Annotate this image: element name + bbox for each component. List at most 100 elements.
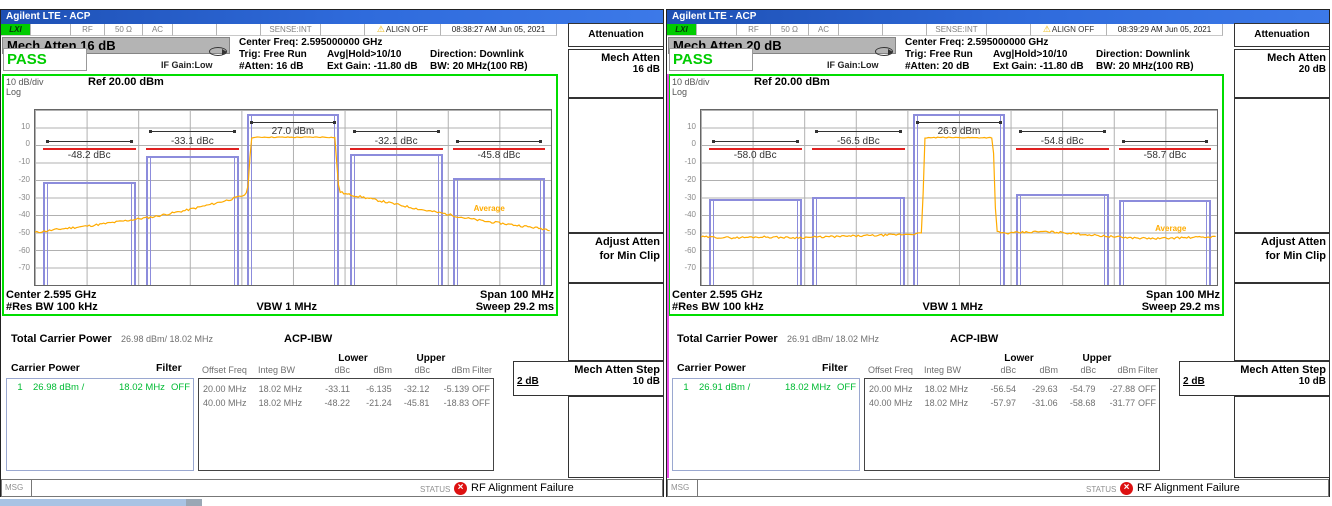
ref-level-label: Ref 20.00 dBm	[754, 76, 830, 88]
carrier-power-box: 1 26.98 dBm / 18.02 MHz OFF	[6, 378, 194, 471]
status-cell-rf: RF	[737, 24, 771, 36]
acp-table-cell: -27.88	[1095, 382, 1135, 396]
acp-table-cell: -45.81	[392, 396, 430, 410]
carrier-filter-value: OFF	[837, 382, 859, 393]
step-option-alt: 10 dB	[633, 376, 660, 387]
acp-table-cell: -21.24	[350, 396, 392, 410]
msg-cell: MSG	[2, 480, 32, 496]
col-upper-dbc: dBc	[1058, 365, 1096, 375]
acp-ibw-label: ACP-IBW	[950, 333, 998, 345]
acp-table-cell: 20.00 MHz	[199, 382, 259, 396]
trigger-readout: Trig: Free Run	[239, 49, 327, 61]
step-option-selected: 2 dB	[517, 376, 539, 387]
upper-group-header: Upper	[392, 353, 470, 364]
acp-table-cell: -58.68	[1058, 396, 1096, 410]
log-scale-label: Log	[6, 87, 21, 97]
center-freq-annotation: Center 2.595 GHz	[6, 289, 96, 301]
if-gain-label: IF Gain:Low	[827, 60, 879, 70]
softkey-label: Mech Atten	[569, 50, 663, 64]
carrier-power-value: 26.91 dBm /	[699, 382, 785, 393]
acp-table-cell: 18.02 MHz	[259, 396, 315, 410]
softkey-mech-atten-step[interactable]: Mech Atten Step 2 dB 10 dB	[1179, 361, 1330, 396]
status-cell-impedance: 50 Ω	[105, 24, 143, 36]
settings-row-1: Trig: Free Run Avg|Hold>10/10 Direction:…	[905, 49, 1223, 61]
step-options-row: 2 dB 10 dB	[514, 376, 663, 387]
res-bw-annotation: #Res BW 100 kHz	[672, 301, 764, 313]
carrier-filter-header: Filter	[156, 362, 182, 374]
softkey-value: 16 dB	[569, 64, 663, 75]
acp-table-cell: -32.12	[392, 382, 430, 396]
acp-table-cell: -33.11	[314, 382, 350, 396]
acp-table-row: 20.00 MHz18.02 MHz-33.11-6.135-32.12-5.1…	[199, 382, 493, 396]
carrier-power-header: Carrier Power	[11, 362, 80, 374]
span-annotation: Span 100 MHz	[1146, 289, 1220, 301]
atten-readout: #Atten: 20 dB	[905, 61, 993, 73]
status-cell-blank	[31, 24, 71, 36]
center-freq-readout: Center Freq: 2.595000000 GHz	[239, 37, 382, 48]
softkey-mech-atten-step[interactable]: Mech Atten Step 2 dB 10 dB	[513, 361, 664, 396]
carrier-power-box: 1 26.91 dBm / 18.02 MHz OFF	[672, 378, 860, 471]
alignment-failure-message: RF Alignment Failure	[1137, 482, 1240, 494]
settings-row-2: #Atten: 20 dB Ext Gain: -11.80 dB BW: 20…	[905, 61, 1223, 73]
settings-row-2: #Atten: 16 dB Ext Gain: -11.80 dB BW: 20…	[239, 61, 557, 73]
y-axis-tick-label: -50	[2, 228, 30, 237]
status-cell-sense: SENSE:INT	[261, 24, 321, 36]
center-freq-readout: Center Freq: 2.595000000 GHz	[905, 37, 1048, 48]
alignment-failure-message: RF Alignment Failure	[471, 482, 574, 494]
capture-edge-artifact	[667, 74, 669, 478]
softkey-adjust-atten-min-clip[interactable]: Adjust Atten for Min Clip	[568, 233, 664, 283]
window-titlebar: Agilent LTE - ACP	[1, 10, 663, 24]
acp-table-header: Offset Freq Integ BW dBc dBm dBc dBm Fil…	[198, 365, 494, 375]
softkey-empty-slot	[568, 283, 664, 361]
acp-table-cell: -5.139	[429, 382, 469, 396]
lxi-indicator: LXI	[667, 24, 697, 36]
col-lower-dbm: dBm	[1016, 365, 1058, 375]
softkey-label-line1: Adjust Atten	[569, 234, 663, 248]
acp-results-box: 20.00 MHz18.02 MHz-33.11-6.135-32.12-5.1…	[198, 378, 494, 471]
settings-row-1: Trig: Free Run Avg|Hold>10/10 Direction:…	[239, 49, 557, 61]
acp-ibw-label: ACP-IBW	[284, 333, 332, 345]
softkey-label-line2: for Min Clip	[569, 248, 663, 262]
if-gain-label: IF Gain:Low	[161, 60, 213, 70]
carrier-power-header: Carrier Power	[677, 362, 746, 374]
status-cell-impedance: 50 Ω	[771, 24, 809, 36]
continuous-sweep-icon	[209, 47, 227, 56]
col-integ-bw: Integ BW	[924, 365, 980, 375]
acp-table-cell: -56.54	[980, 382, 1016, 396]
lower-group-header: Lower	[980, 353, 1058, 364]
message-bar: MSG STATUS × RF Alignment Failure	[667, 479, 1329, 497]
acp-table-row: 20.00 MHz18.02 MHz-56.54-29.63-54.79-27.…	[865, 382, 1159, 396]
scale-per-div-label: 10 dB/div	[672, 77, 710, 87]
y-axis-tick-label: -20	[2, 175, 30, 184]
total-carrier-power-value: 26.91 dBm/ 18.02 MHz	[787, 334, 879, 344]
status-cell-align-off: ⚠ ALIGN OFF	[1031, 24, 1107, 36]
acp-table-cell: -29.63	[1016, 382, 1058, 396]
carrier-filter-header: Filter	[822, 362, 848, 374]
status-cell-blank	[697, 24, 737, 36]
softkey-empty-slot	[1234, 396, 1330, 478]
softkey-mech-atten[interactable]: Mech Atten 20 dB	[1234, 49, 1330, 98]
carrier-power-value: 26.98 dBm /	[33, 382, 119, 393]
step-option-alt: 10 dB	[1299, 376, 1326, 387]
softkey-adjust-atten-min-clip[interactable]: Adjust Atten for Min Clip	[1234, 233, 1330, 283]
window-titlebar: Agilent LTE - ACP	[667, 10, 1329, 24]
ext-gain-readout: Ext Gain: -11.80 dB	[993, 61, 1096, 73]
span-annotation: Span 100 MHz	[480, 289, 554, 301]
acp-table-cell: 18.02 MHz	[925, 382, 981, 396]
continuous-sweep-icon	[875, 47, 893, 56]
spectrum-trace	[701, 110, 1217, 285]
acp-table-row: 40.00 MHz18.02 MHz-48.22-21.24-45.81-18.…	[199, 396, 493, 410]
col-integ-bw: Integ BW	[258, 365, 314, 375]
acp-table-cell: 20.00 MHz	[865, 382, 925, 396]
pass-verdict-badge: PASS	[669, 48, 753, 71]
status-label: STATUS	[420, 485, 450, 494]
softkey-menu-title: Attenuation	[1234, 23, 1330, 47]
status-cell-rf: RF	[71, 24, 105, 36]
acp-table-cell: OFF	[469, 396, 493, 410]
y-axis-tick-label: -60	[2, 246, 30, 255]
status-label: STATUS	[1086, 485, 1116, 494]
instrument-window: Agilent LTE - ACP LXI RF 50 Ω AC SENSE:I…	[666, 9, 1330, 497]
carrier-index: 1	[7, 382, 33, 393]
y-axis: 100-10-20-30-40-50-60-70	[4, 109, 32, 286]
softkey-mech-atten[interactable]: Mech Atten 16 dB	[568, 49, 664, 98]
